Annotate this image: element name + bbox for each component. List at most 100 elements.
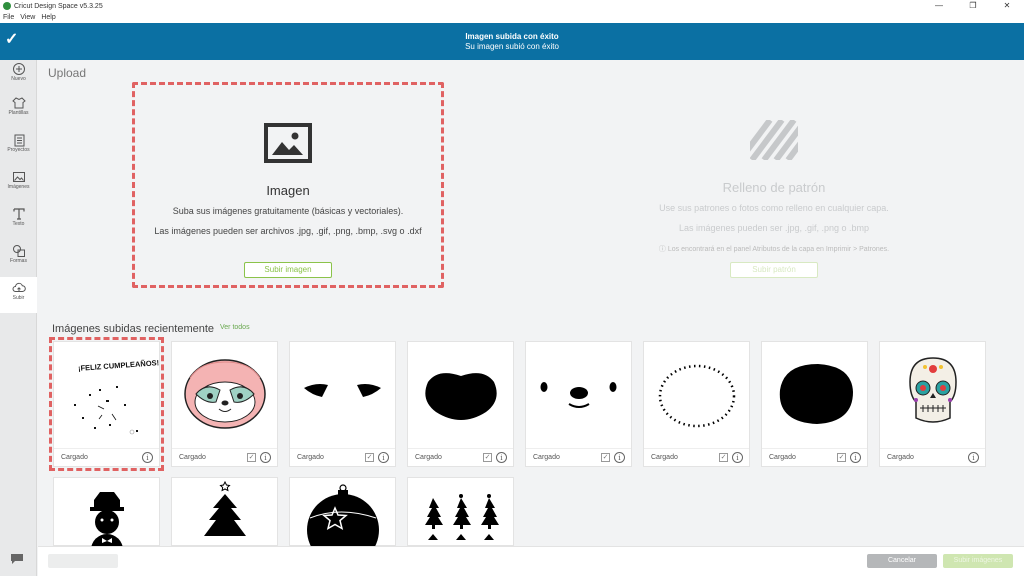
bottom-action-bar: Cancelar Subir imágenes bbox=[38, 546, 1024, 576]
menu-help[interactable]: Help bbox=[41, 14, 55, 21]
select-checkbox[interactable]: ✓ bbox=[483, 453, 492, 462]
info-icon[interactable]: i bbox=[968, 452, 979, 463]
upload-images-button[interactable]: Subir imágenes bbox=[943, 554, 1013, 568]
upload-thumb-dashed-oval[interactable]: Cargado ✓ i bbox=[643, 341, 750, 467]
upload-thumb-face-dots[interactable]: Cargado ✓ i bbox=[525, 341, 632, 467]
upload-thumb-christmas-tree[interactable] bbox=[171, 477, 278, 546]
select-checkbox[interactable]: ✓ bbox=[837, 453, 846, 462]
thumb-image bbox=[290, 478, 395, 547]
window-title: Cricut Design Space v5.3.25 bbox=[14, 2, 103, 10]
upload-thumb-trees-row[interactable] bbox=[407, 477, 514, 546]
thumb-status: Cargado bbox=[887, 454, 914, 461]
sidebar-label: Plantillas bbox=[8, 110, 29, 116]
upload-thumb-black-blob[interactable]: Cargado ✓ i bbox=[761, 341, 868, 467]
sidebar-item-subir[interactable]: Subir bbox=[0, 277, 37, 313]
pattern-fill-icon bbox=[750, 120, 798, 160]
window-controls: — ❐ ✕ bbox=[922, 0, 1024, 12]
upload-thumb-feliz-cumpleanos[interactable]: ¡FELIZ CUMPLEAÑOS! Cargado i bbox=[49, 337, 164, 471]
sidebar-item-nuevo[interactable]: Nuevo bbox=[0, 58, 37, 94]
notification-title: Imagen subida con éxito bbox=[465, 32, 559, 41]
shirt-icon bbox=[11, 97, 26, 109]
info-icon[interactable]: i bbox=[260, 452, 271, 463]
thumb-status: Cargado bbox=[769, 454, 796, 461]
upload-pattern-button[interactable]: Subir patrón bbox=[730, 262, 818, 278]
select-checkbox[interactable]: ✓ bbox=[719, 453, 728, 462]
upload-thumb-eyebrows[interactable]: Cargado ✓ i bbox=[289, 341, 396, 467]
view-all-link[interactable]: Ver todos bbox=[220, 324, 250, 331]
plus-circle-icon bbox=[12, 63, 25, 75]
sidebar-label: Nuevo bbox=[11, 76, 26, 82]
sidebar-item-imagenes[interactable]: Imágenes bbox=[0, 166, 37, 202]
info-icon[interactable]: i bbox=[850, 452, 861, 463]
upload-thumb-black-lips[interactable]: Cargado ✓ i bbox=[407, 341, 514, 467]
thumb-status: Cargado bbox=[415, 454, 442, 461]
window-titlebar: Cricut Design Space v5.3.25 — ❐ ✕ bbox=[0, 0, 1024, 12]
select-checkbox[interactable]: ✓ bbox=[365, 453, 374, 462]
info-icon[interactable]: i bbox=[732, 452, 743, 463]
sidebar: Nuevo Plantillas Proyectos Imágenes Text… bbox=[0, 60, 37, 576]
thumb-footer: Cargado ✓ i bbox=[762, 448, 867, 466]
menu-bar: File View Help bbox=[0, 12, 1024, 23]
sidebar-item-proyectos[interactable]: Proyectos bbox=[0, 129, 37, 165]
thumb-footer: Cargado ✓ i bbox=[644, 448, 749, 466]
svg-text:¡FELIZ CUMPLEAÑOS!: ¡FELIZ CUMPLEAÑOS! bbox=[78, 358, 159, 373]
thumb-footer: Cargado ✓ i bbox=[408, 448, 513, 466]
main-content: Upload Imagen Suba sus imágenes gratuita… bbox=[38, 60, 1024, 547]
minimize-button[interactable]: — bbox=[922, 0, 956, 12]
thumb-status: Cargado bbox=[651, 454, 678, 461]
sidebar-label: Texto bbox=[12, 221, 25, 227]
upload-thumb-ornament-ball[interactable] bbox=[289, 477, 396, 547]
thumb-image bbox=[526, 342, 631, 446]
image-upload-icon bbox=[264, 123, 312, 163]
menu-file[interactable]: File bbox=[3, 14, 14, 21]
pattern-card-formats: Las imágenes pueden ser .jpg, .gif, .png… bbox=[678, 223, 870, 233]
upload-thumb-sugar-skull[interactable]: Cargado i bbox=[879, 341, 986, 467]
cricut-logo-icon bbox=[3, 2, 11, 10]
maximize-button[interactable]: ❐ bbox=[956, 0, 990, 12]
thumb-image bbox=[172, 478, 277, 547]
thumb-image bbox=[408, 342, 513, 446]
upload-thumb-sloth-face[interactable]: Cargado ✓ i bbox=[171, 341, 278, 467]
sidebar-label: Imágenes bbox=[7, 184, 30, 190]
sidebar-item-texto[interactable]: Texto bbox=[0, 203, 37, 239]
image-upload-card[interactable]: Imagen Suba sus imágenes gratuitamente (… bbox=[132, 82, 444, 288]
sidebar-label: Proyectos bbox=[7, 147, 30, 153]
thumb-footer: Cargado ✓ i bbox=[172, 448, 277, 466]
select-checkbox[interactable]: ✓ bbox=[247, 453, 256, 462]
page-title: Upload bbox=[48, 66, 87, 80]
thumb-status: Cargado bbox=[61, 454, 88, 461]
thumb-status: Cargado bbox=[533, 454, 560, 461]
info-icon[interactable]: i bbox=[614, 452, 625, 463]
cancel-button[interactable]: Cancelar bbox=[867, 554, 937, 568]
recent-uploads-title: Imágenes subidas recientemente bbox=[52, 323, 215, 335]
image-card-title: Imagen bbox=[266, 183, 310, 198]
upload-image-button[interactable]: Subir imagen bbox=[244, 262, 332, 278]
image-card-formats: Las imágenes pueden ser archivos .jpg, .… bbox=[154, 226, 422, 236]
thumb-footer: Cargado i bbox=[880, 448, 985, 466]
pattern-card-description: Use sus patrones o fotos como relleno en… bbox=[659, 203, 889, 213]
select-checkbox[interactable]: ✓ bbox=[601, 453, 610, 462]
projects-icon bbox=[14, 134, 24, 147]
image-card-description: Suba sus imágenes gratuitamente (básicas… bbox=[172, 206, 404, 216]
thumb-image bbox=[408, 478, 513, 547]
sidebar-item-formas[interactable]: Formas bbox=[0, 240, 37, 276]
upload-thumb-snowman[interactable] bbox=[53, 477, 160, 547]
thumb-image bbox=[880, 342, 985, 446]
pattern-card-hint: ⓘ Los encontrará en el panel Atributos d… bbox=[658, 246, 890, 253]
menu-view[interactable]: View bbox=[20, 14, 35, 21]
success-notification: ✓ Imagen subida con éxito Su imagen subi… bbox=[0, 23, 1024, 60]
back-button[interactable] bbox=[48, 554, 118, 568]
pattern-upload-card[interactable]: Relleno de patrón Use sus patrones o fot… bbox=[618, 82, 930, 288]
info-icon[interactable]: i bbox=[142, 452, 153, 463]
image-icon bbox=[12, 172, 25, 182]
sidebar-item-plantillas[interactable]: Plantillas bbox=[0, 92, 37, 128]
thumb-image bbox=[172, 342, 277, 446]
close-button[interactable]: ✕ bbox=[990, 0, 1024, 12]
notification-subtitle: Su imagen subió con éxito bbox=[465, 42, 559, 51]
sidebar-label: Formas bbox=[10, 258, 27, 264]
chat-icon[interactable] bbox=[9, 552, 25, 566]
thumb-image bbox=[762, 342, 867, 446]
info-icon[interactable]: i bbox=[378, 452, 389, 463]
shapes-icon bbox=[12, 245, 25, 257]
info-icon[interactable]: i bbox=[496, 452, 507, 463]
